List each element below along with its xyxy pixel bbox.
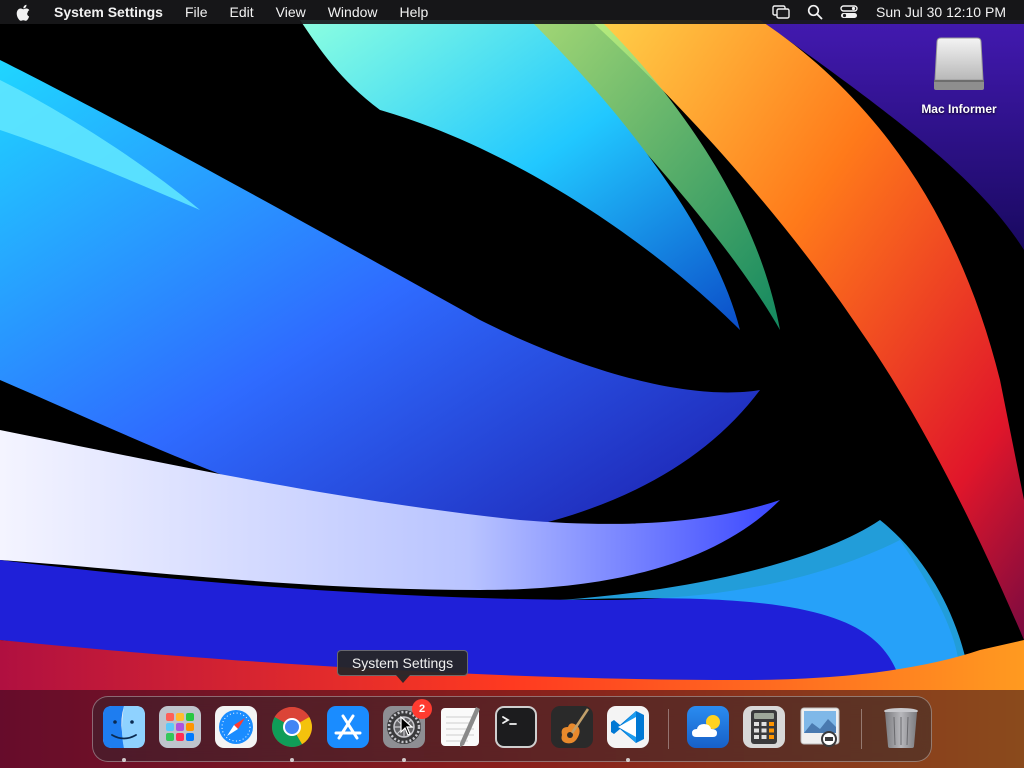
running-indicator	[122, 758, 126, 762]
dock-separator	[861, 709, 862, 749]
menu-view[interactable]: View	[265, 0, 317, 24]
finder-icon	[103, 706, 145, 748]
dock-separator	[668, 709, 669, 749]
control-center-icon[interactable]	[839, 4, 859, 20]
running-indicator	[402, 758, 406, 762]
vscode-icon	[607, 706, 649, 748]
weather-icon	[687, 706, 729, 748]
menu-edit[interactable]: Edit	[219, 0, 265, 24]
terminal-icon	[495, 706, 537, 748]
preview-icon	[800, 707, 840, 747]
mouse-pointer-icon	[400, 716, 414, 736]
tooltip-arrow	[396, 675, 410, 683]
chrome-icon	[272, 707, 312, 747]
menu-window[interactable]: Window	[317, 0, 389, 24]
desktop-wallpaper	[0, 0, 1024, 768]
notification-badge: 2	[412, 699, 432, 719]
calculator-icon	[743, 706, 785, 748]
dock-item-launchpad[interactable]	[158, 705, 202, 749]
dock-item-app-store[interactable]	[326, 705, 370, 749]
dock: 2	[92, 696, 932, 762]
dock-item-terminal[interactable]	[494, 705, 538, 749]
running-indicator	[290, 758, 294, 762]
external-disk-icon	[934, 37, 984, 90]
garageband-icon	[551, 706, 593, 748]
dock-item-vscode[interactable]	[606, 705, 650, 749]
screen-mirroring-icon[interactable]	[771, 4, 791, 20]
dock-item-trash[interactable]	[879, 705, 923, 749]
dock-item-finder[interactable]	[102, 705, 146, 749]
desktop-item-mac-informer[interactable]: Mac Informer	[910, 34, 1008, 116]
menu-file[interactable]: File	[174, 0, 219, 24]
dock-item-calculator[interactable]	[742, 705, 786, 749]
dock-item-safari[interactable]	[214, 705, 258, 749]
dock-item-weather[interactable]	[686, 705, 730, 749]
trash-icon	[884, 708, 918, 748]
dock-item-garageband[interactable]	[550, 705, 594, 749]
safari-icon	[215, 706, 257, 748]
dock-item-textedit[interactable]	[438, 705, 482, 749]
menu-bar-clock[interactable]: Sun Jul 30 12:10 PM	[876, 4, 1006, 20]
dock-item-preview[interactable]	[798, 705, 842, 749]
dock-item-chrome[interactable]	[270, 705, 314, 749]
menu-help[interactable]: Help	[389, 0, 440, 24]
desktop-item-label: Mac Informer	[921, 102, 997, 116]
launchpad-icon	[159, 706, 201, 748]
apple-menu-icon[interactable]	[16, 3, 32, 21]
menu-bar: System Settings File Edit View Window He…	[0, 0, 1024, 24]
menu-app-name[interactable]: System Settings	[46, 0, 174, 24]
dock-tooltip: System Settings	[337, 650, 468, 676]
textedit-icon	[441, 707, 480, 747]
running-indicator	[626, 758, 630, 762]
app-store-icon	[327, 706, 369, 748]
search-icon[interactable]	[805, 4, 825, 20]
